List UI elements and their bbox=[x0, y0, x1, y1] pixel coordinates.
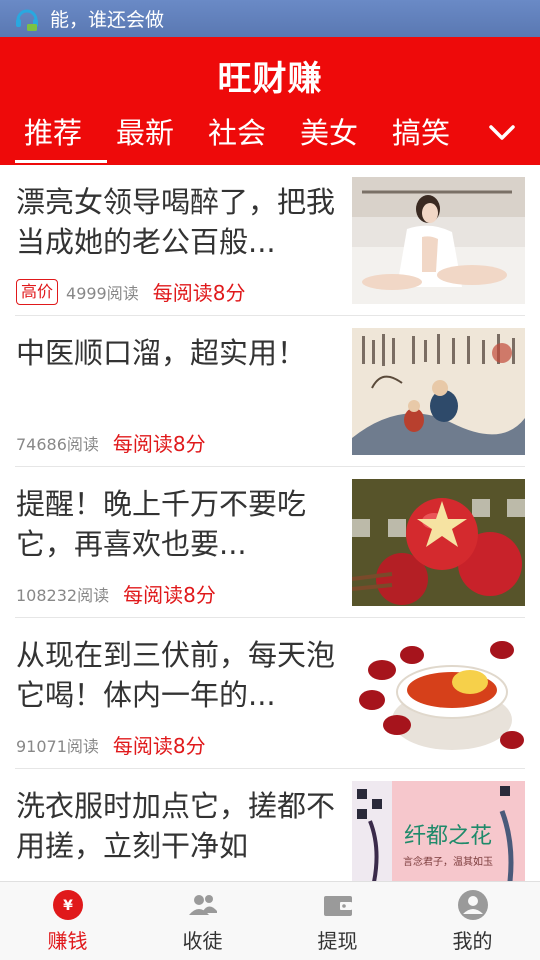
read-count: 91071阅读 bbox=[16, 736, 99, 756]
article-list: 漂亮女领导喝醉了，把我当成她的老公百般... 高价 4999阅读 每阅读8分 中… bbox=[0, 165, 540, 881]
nav-label: 赚钱 bbox=[47, 928, 88, 953]
article-item[interactable]: 中医顺口溜，超实用！ 74686阅读 每阅读8分 bbox=[15, 316, 525, 467]
nav-label: 收徒 bbox=[182, 928, 223, 953]
article-item[interactable]: 漂亮女领导喝醉了，把我当成她的老公百般... 高价 4999阅读 每阅读8分 bbox=[15, 165, 525, 316]
profile-icon bbox=[457, 889, 489, 921]
read-count: 74686阅读 bbox=[16, 434, 99, 454]
app-header: 旺财赚 推荐 最新 社会 美女 搞笑 bbox=[0, 37, 540, 165]
article-title: 从现在到三伏前，每天泡它喝！体内一年的... bbox=[16, 638, 336, 712]
nav-earn[interactable]: ¥ 赚钱 bbox=[0, 882, 135, 960]
svg-text:¥: ¥ bbox=[63, 898, 73, 914]
article-title: 提醒！晚上千万不要吃它，再喜欢也要... bbox=[16, 487, 307, 561]
nav-apprentice[interactable]: 收徒 bbox=[135, 882, 270, 960]
article-meta: 108232阅读 每阅读8分 bbox=[16, 579, 216, 608]
nav-withdraw[interactable]: 提现 bbox=[270, 882, 405, 960]
status-bar: 能，谁还会做 bbox=[0, 0, 540, 37]
headset-icon bbox=[14, 6, 40, 32]
article-meta: 高价 4999阅读 每阅读8分 bbox=[16, 277, 245, 306]
wallet-icon bbox=[322, 889, 354, 921]
article-item[interactable]: 从现在到三伏前，每天泡它喝！体内一年的... 91071阅读 每阅读8分 bbox=[15, 618, 525, 769]
article-item[interactable]: 提醒！晚上千万不要吃它，再喜欢也要... 108232阅读 每阅读8分 bbox=[15, 467, 525, 618]
article-thumbnail: 纤都之花 言念君子，温其如玉 bbox=[352, 781, 525, 881]
tab-society[interactable]: 社会 bbox=[191, 111, 283, 155]
read-count: 108232阅读 bbox=[16, 585, 110, 605]
nav-label: 提现 bbox=[317, 928, 358, 953]
high-price-badge: 高价 bbox=[16, 278, 59, 305]
reward-label: 每阅读8分 bbox=[123, 583, 216, 607]
article-thumbnail bbox=[352, 328, 525, 455]
bottom-nav: ¥ 赚钱 收徒 提现 我的 bbox=[0, 881, 540, 960]
tab-latest[interactable]: 最新 bbox=[99, 111, 191, 155]
article-thumbnail bbox=[352, 630, 525, 757]
nav-label: 我的 bbox=[452, 928, 493, 953]
article-thumbnail bbox=[352, 479, 525, 606]
reward-label: 每阅读8分 bbox=[112, 432, 206, 456]
article-title: 漂亮女领导喝醉了，把我当成她的老公百般... bbox=[16, 185, 336, 259]
article-title: 中医顺口溜，超实用！ bbox=[16, 336, 307, 370]
category-tabs: 推荐 最新 社会 美女 搞笑 bbox=[0, 111, 540, 165]
article-item[interactable]: 洗衣服时加点它，搓都不用搓，立刻干净如 纤都之花 言念君子，温其如玉 bbox=[15, 769, 525, 881]
tab-recommend[interactable]: 推荐 bbox=[7, 111, 107, 163]
reward-label: 每阅读8分 bbox=[152, 281, 246, 305]
users-icon bbox=[187, 889, 219, 921]
notification-text: 能，谁还会做 bbox=[50, 9, 165, 31]
calligraphy-subtitle: 言念君子，温其如玉 bbox=[403, 855, 493, 868]
nav-mine[interactable]: 我的 bbox=[405, 882, 540, 960]
app-title: 旺财赚 bbox=[217, 59, 323, 99]
tab-beauty[interactable]: 美女 bbox=[283, 111, 375, 155]
reward-label: 每阅读8分 bbox=[112, 734, 206, 758]
article-title: 洗衣服时加点它，搓都不用搓，立刻干净如 bbox=[16, 789, 336, 863]
calligraphy-title: 纤都之花 bbox=[404, 824, 492, 849]
yuan-coin-icon: ¥ bbox=[52, 889, 84, 921]
article-thumbnail bbox=[352, 177, 525, 304]
read-count: 4999阅读 bbox=[66, 283, 139, 303]
chevron-down-icon[interactable] bbox=[484, 115, 520, 151]
article-meta: 74686阅读 每阅读8分 bbox=[16, 428, 206, 457]
tab-funny[interactable]: 搞笑 bbox=[375, 111, 467, 155]
article-meta: 91071阅读 每阅读8分 bbox=[16, 730, 206, 759]
